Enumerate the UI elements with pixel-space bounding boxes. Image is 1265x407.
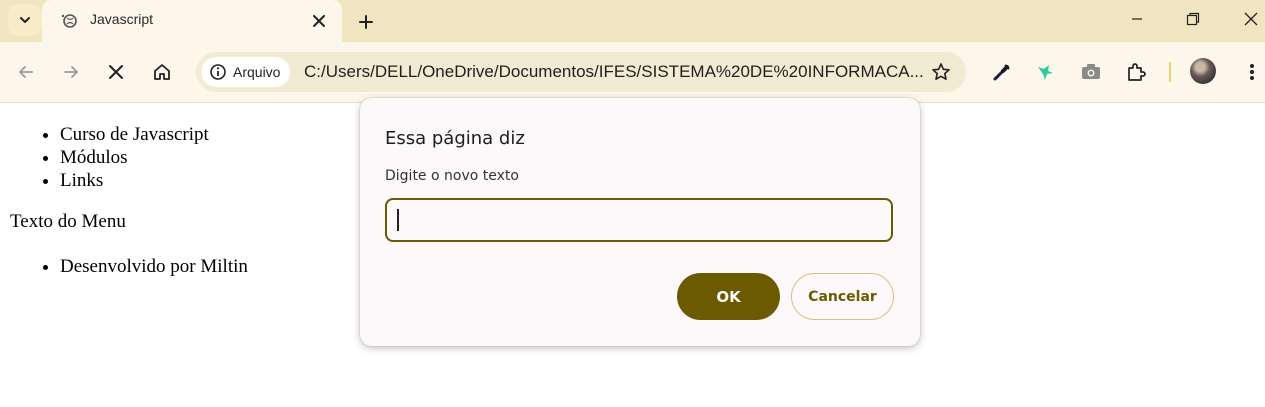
back-button[interactable] (10, 56, 42, 88)
close-window-button[interactable] (1228, 0, 1265, 38)
camera-icon (1082, 64, 1100, 79)
browser-toolbar: Arquivo C:/Users/DELL/OneDrive/Documento… (0, 42, 1265, 103)
close-icon (109, 65, 123, 79)
footer-list: Desenvolvido por Miltin (0, 255, 248, 278)
home-icon (154, 64, 170, 80)
text-caret (397, 209, 399, 231)
dialog-title: Essa página diz (385, 128, 525, 149)
home-button[interactable] (146, 56, 178, 88)
cancel-button[interactable]: Cancelar (791, 273, 894, 320)
puzzle-icon (1128, 63, 1146, 81)
list-item: Curso de Javascript (60, 123, 209, 146)
bird-icon (1038, 65, 1053, 80)
plus-icon (359, 15, 373, 29)
menu-list: Curso de Javascript Módulos Links (0, 123, 209, 192)
ok-button[interactable]: OK (677, 273, 780, 320)
minimize-button[interactable] (1114, 0, 1160, 38)
tab-close-button[interactable] (308, 10, 330, 32)
close-icon (313, 15, 325, 27)
browser-menu-button[interactable] (1240, 60, 1264, 84)
menu-text: Texto do Menu (10, 211, 126, 232)
site-info-label: Arquivo (233, 64, 281, 80)
page-loading-globe-icon (61, 14, 77, 28)
more-vertical-icon (1250, 64, 1254, 80)
list-item: Desenvolvido por Miltin (60, 255, 248, 278)
profile-avatar[interactable] (1190, 58, 1216, 84)
restore-icon (1186, 12, 1200, 26)
eyedropper-icon (993, 64, 1010, 81)
arrow-left-icon (19, 66, 33, 78)
close-icon (1244, 12, 1258, 26)
extension-green[interactable] (1033, 59, 1059, 85)
extension-color-picker[interactable] (989, 59, 1015, 85)
tab-javascript[interactable]: Javascript (42, 0, 342, 42)
extensions-button[interactable] (1123, 59, 1149, 85)
new-tab-button[interactable] (352, 8, 380, 36)
prompt-dialog: Essa página diz Digite o novo texto OK C… (360, 98, 920, 346)
toolbar-divider (1169, 62, 1171, 82)
dialog-message: Digite o novo texto (385, 168, 519, 184)
tab-search-button[interactable] (8, 4, 42, 36)
bookmark-button[interactable] (930, 61, 952, 83)
prompt-input[interactable] (385, 198, 893, 242)
chevron-down-icon (20, 17, 30, 23)
stop-loading-button[interactable] (100, 56, 132, 88)
url-text[interactable]: C:/Users/DELL/OneDrive/Documentos/IFES/S… (304, 62, 924, 82)
star-icon (932, 63, 950, 80)
list-item: Módulos (60, 146, 209, 169)
info-icon (210, 64, 226, 80)
forward-button[interactable] (55, 56, 87, 88)
extension-screenshot[interactable] (1078, 59, 1104, 85)
list-item: Links (60, 169, 209, 192)
site-info-chip[interactable]: Arquivo (201, 57, 291, 87)
address-bar[interactable]: Arquivo C:/Users/DELL/OneDrive/Documento… (196, 52, 966, 92)
minimize-icon (1132, 18, 1142, 20)
tab-strip: Javascript (0, 0, 1265, 42)
restore-button[interactable] (1170, 0, 1216, 38)
arrow-right-icon (64, 66, 78, 78)
tab-title: Javascript (90, 11, 154, 27)
